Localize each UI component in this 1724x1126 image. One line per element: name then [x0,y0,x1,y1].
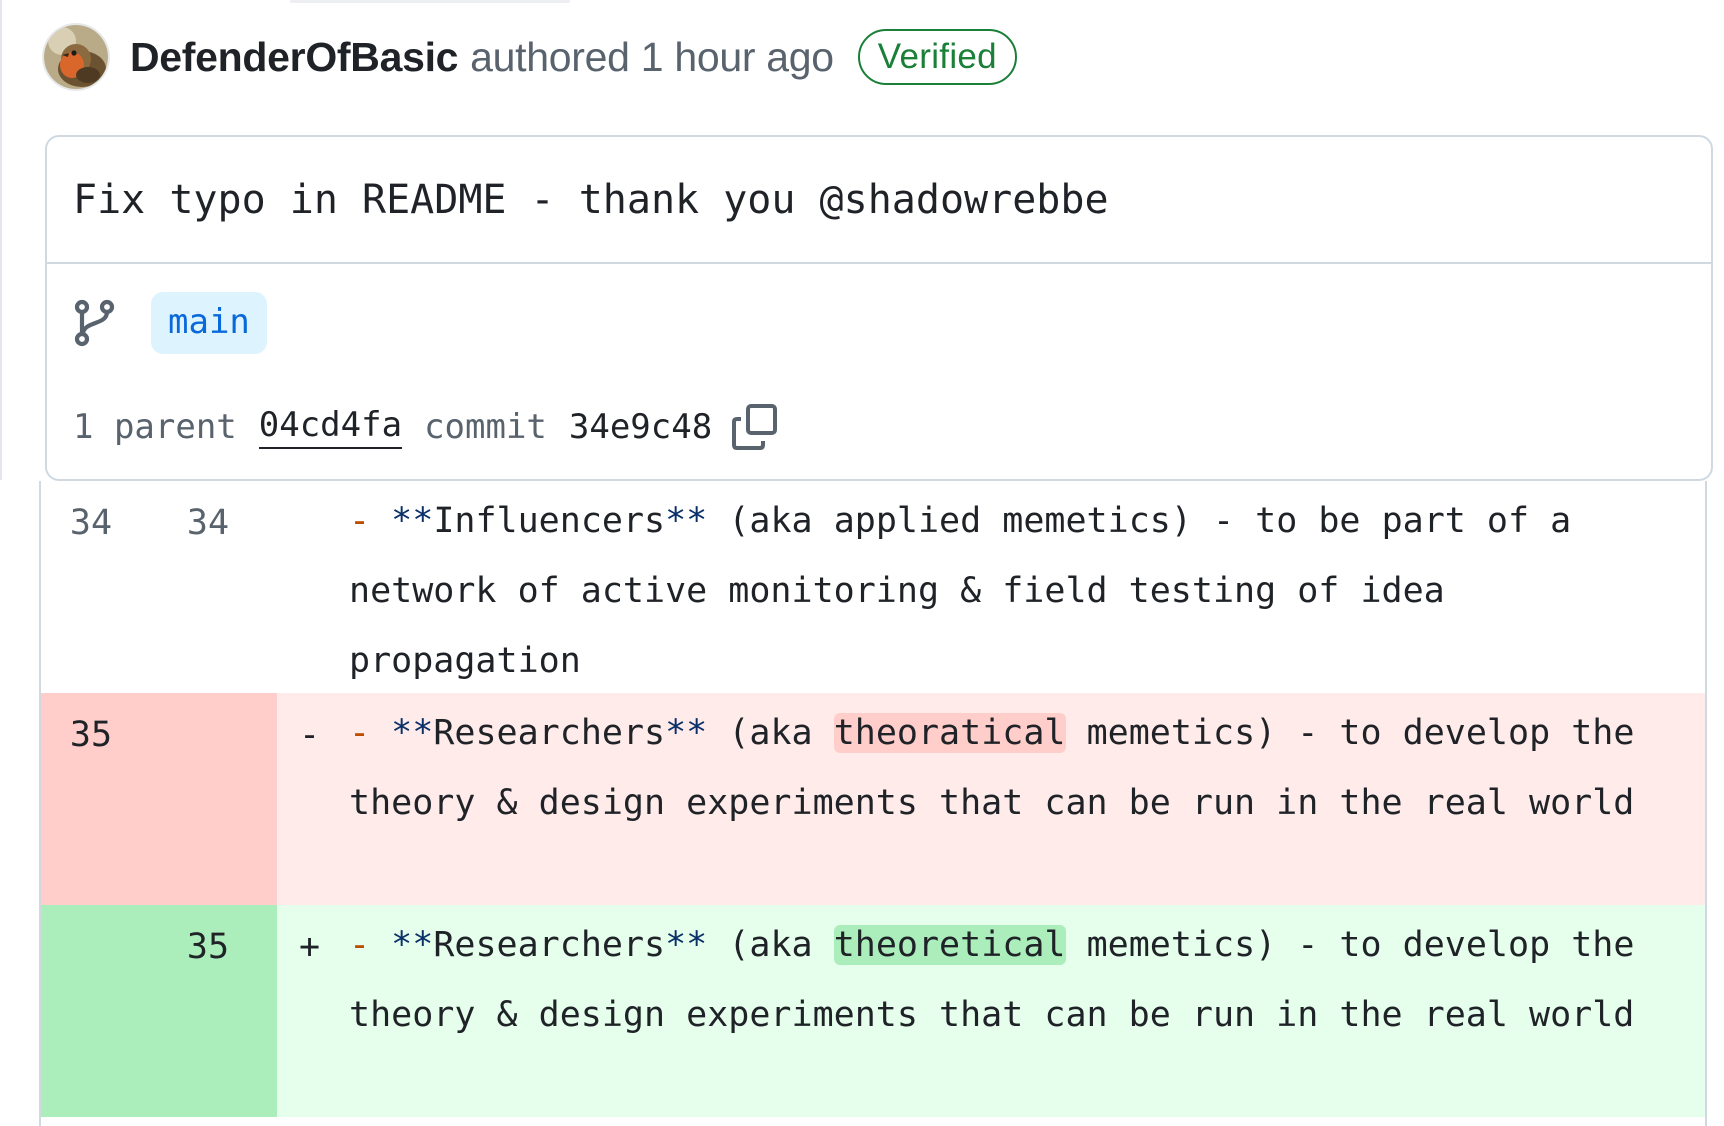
diff-code-line: - **Influencers** (aka applied memetics)… [349,486,1679,696]
bold-word: Influencers [433,501,666,541]
markdown-bullet: - [349,713,371,753]
git-branch-icon [74,299,115,347]
markdown-emphasis-open: ** [391,925,434,965]
author-name[interactable]: DefenderOfBasic [130,34,458,81]
diff-code-line: - **Researchers** (aka theoretical memet… [349,910,1679,1050]
author-row: DefenderOfBasic authored 1 hour ago Veri… [44,24,1017,90]
addition-marker: + [299,927,321,967]
line-number-gutter: 34 34 [41,481,277,693]
robin-bird-avatar-icon [44,25,108,89]
added-word-highlight: theoretical [833,925,1066,965]
diff-row-deletion: 35 - - **Researchers** (aka theoratical … [41,693,1705,905]
commit-message: Fix typo in README - thank you @shadowre… [47,137,1711,264]
code-text-pre: (aka [707,713,834,753]
left-panel-border [0,0,2,480]
deletion-marker: - [299,715,321,755]
old-line-number[interactable]: 34 [61,503,121,543]
diff-row-addition: 35 + - **Researchers** (aka theoretical … [41,905,1705,1117]
verified-badge[interactable]: Verified [857,29,1017,85]
markdown-emphasis-close: ** [665,925,708,965]
line-number-gutter: 35 [41,693,277,905]
copy-icon[interactable] [730,402,780,452]
bold-word: Researchers [433,713,666,753]
line-number-gutter: 35 [41,905,277,1117]
markdown-bullet: - [349,925,371,965]
new-line-number[interactable]: 35 [178,927,238,967]
branch-pill[interactable]: main [151,292,267,354]
markdown-emphasis-close: ** [665,501,708,541]
new-line-number[interactable]: 34 [178,503,238,543]
deleted-word-highlight: theoratical [833,713,1066,753]
avatar[interactable] [44,25,108,89]
authored-time: authored 1 hour ago [470,33,834,80]
parent-label: 1 parent [73,407,237,447]
bold-word: Researchers [433,925,666,965]
sha-row: 1 parent 04cd4fa commit 34e9c48 [73,399,780,455]
commit-sha: 34e9c48 [568,407,713,447]
commit-label: commit [424,407,547,447]
diff-code-line: - **Researchers** (aka theoratical memet… [349,698,1679,838]
markdown-emphasis-open: ** [391,713,434,753]
markdown-emphasis-close: ** [665,713,708,753]
diff-row-context: 34 34 - **Influencers** (aka applied mem… [41,481,1705,693]
branch-row: main [73,291,267,355]
code-text-pre: (aka [707,925,834,965]
top-scroll-hint [290,0,570,3]
old-line-number[interactable]: 35 [61,715,121,755]
diff-view: 34 34 - **Influencers** (aka applied mem… [39,481,1707,1126]
parent-sha-link[interactable]: 04cd4fa [258,405,403,449]
markdown-bullet: - [349,501,371,541]
commit-box: Fix typo in README - thank you @shadowre… [45,135,1713,481]
markdown-emphasis-open: ** [391,501,434,541]
